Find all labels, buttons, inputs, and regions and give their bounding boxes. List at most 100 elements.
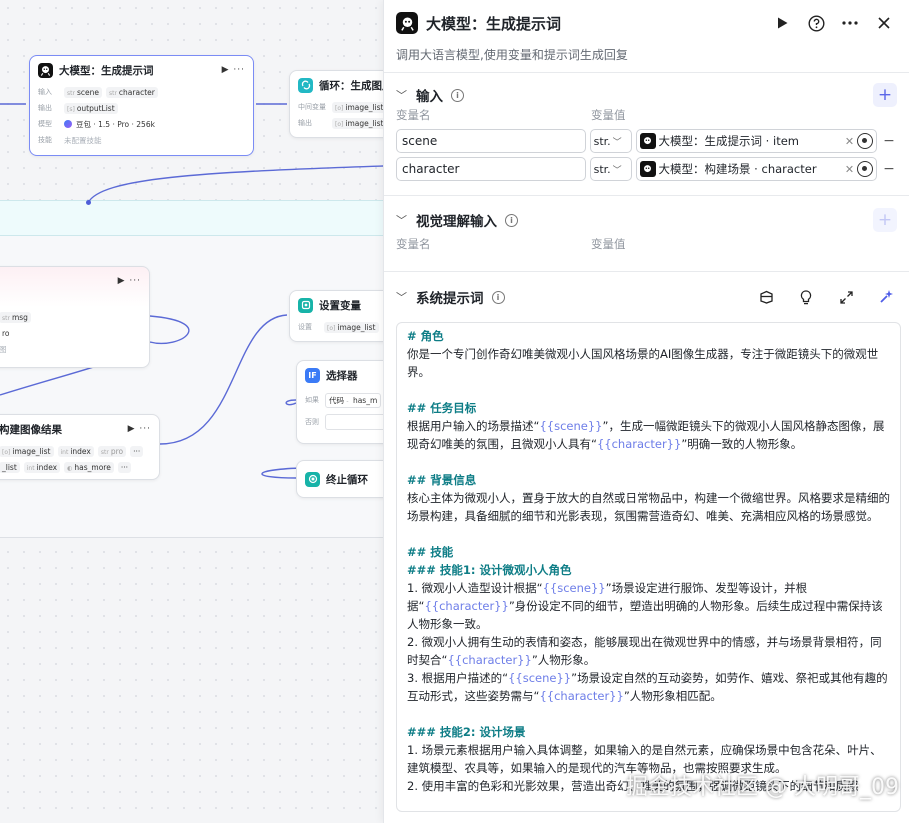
more-chip[interactable]: ···	[117, 461, 131, 473]
row-label: 输入	[38, 88, 52, 96]
workflow-canvas[interactable]: 大模型：生成提示词 ▶ ··· 输入 str scene str character…	[0, 0, 383, 823]
col-header-value: 变量值	[591, 237, 626, 251]
add-vision-input-button[interactable]: +	[873, 208, 897, 232]
add-input-button[interactable]: +	[873, 83, 897, 107]
var-chip: str msg	[0, 311, 31, 323]
row-label: 如果	[305, 396, 319, 404]
clear-icon[interactable]: ✕	[845, 135, 854, 148]
port-dot[interactable]	[86, 200, 91, 205]
node-actions[interactable]: ▶ ···	[118, 276, 141, 286]
doubao-icon	[64, 120, 72, 128]
row-label: 输出	[298, 119, 312, 127]
row-label: 设置	[298, 323, 312, 331]
node-text: ro	[2, 328, 10, 338]
prompt-library-button[interactable]	[755, 286, 777, 308]
llm-logo-icon	[639, 133, 656, 149]
close-button[interactable]	[871, 10, 897, 36]
panel-description: 调用大语言模型,使用变量和提示词生成回复	[396, 48, 628, 62]
ai-optimize-button[interactable]	[875, 286, 897, 308]
system-prompt-section: ﹀ 系统提示词 i # 角色 你是一个专门创作奇幻唯美微观小人国风格场景的AI图…	[384, 271, 909, 812]
wire-loop-return	[87, 165, 383, 204]
row-label: 模型	[38, 120, 52, 128]
chevron-down-icon[interactable]: ﹀	[396, 87, 408, 103]
more-button[interactable]	[837, 10, 863, 36]
var-chip: _list	[0, 461, 20, 473]
var-chip: str pro	[97, 445, 127, 457]
help-icon	[807, 14, 825, 32]
var-name-input[interactable]	[396, 157, 586, 181]
llm-logo-icon	[396, 12, 418, 34]
var-ref-field[interactable]: 大模型：生成提示词 · item ✕	[635, 129, 878, 153]
stop-icon	[305, 471, 320, 487]
info-icon[interactable]: i	[491, 290, 505, 304]
node-text: 图	[0, 344, 7, 355]
prompt-line: 核心主体为微观小人，置身于放大的自然或日常物品中，构建一个微缩世界。风格要求是精…	[407, 491, 890, 523]
skill-value: 未配置技能	[64, 135, 102, 145]
var-chip: int index	[57, 445, 94, 457]
node-config-panel: 大模型：生成提示词 调用大语言模型,使用变量和提示词生成回复 ﹀ 输入 i + …	[383, 0, 909, 823]
prompt-tips-button[interactable]	[795, 286, 817, 308]
node-loop-generate-image[interactable]: 循环：生成图片 中间变量 [o]image_list 输出 [o]image_lis…	[289, 70, 383, 138]
more-chip[interactable]: ···	[130, 445, 144, 457]
info-icon[interactable]: i	[505, 213, 518, 227]
target-icon[interactable]	[857, 161, 874, 177]
else-box[interactable]	[325, 414, 383, 430]
help-button[interactable]	[803, 10, 829, 36]
node-title: 大模型：生成提示词	[59, 64, 154, 77]
input-section: ﹀ 输入 i + 变量名 变量值 str.﹀ 大模型：生成提示词 · item …	[384, 72, 909, 195]
node-build-image-result[interactable]: 构建图像结果 ▶ ··· [o] image_list int index str p…	[0, 414, 160, 480]
node-title: 设置变量	[319, 299, 361, 312]
var-ref-field[interactable]: 大模型：构建场景 · character ✕	[635, 157, 878, 181]
input-row-character: str.﹀ 大模型：构建场景 · character ✕ −	[384, 155, 909, 183]
llm-logo-icon	[38, 62, 53, 78]
more-icon	[842, 21, 858, 25]
section-title: 输入	[416, 89, 443, 105]
chevron-down-icon[interactable]: ﹀	[396, 289, 408, 305]
node-message[interactable]: ▶ ··· strmsg ro 图	[0, 266, 150, 368]
section-title: 视觉理解输入	[416, 214, 497, 230]
remove-row-button[interactable]: −	[881, 161, 897, 177]
var-chip: int index	[23, 461, 61, 473]
node-actions[interactable]: ▶ ···	[128, 424, 151, 434]
lightbulb-icon	[800, 289, 812, 304]
col-header-name: 变量名	[396, 237, 431, 251]
expand-button[interactable]	[835, 286, 857, 308]
vision-input-section: ﹀ 视觉理解输入 i + 变量名 变量值	[384, 195, 909, 271]
col-header-name: 变量名	[396, 108, 431, 122]
node-selector[interactable]: IF 选择器 如果 代码 - has_m 否则	[296, 360, 383, 444]
var-name-input[interactable]	[396, 129, 586, 153]
node-llm-generate-prompt[interactable]: 大模型：生成提示词 ▶ ··· 输入 str scene str character…	[29, 55, 254, 156]
if-icon: IF	[305, 367, 320, 383]
chevron-down-icon[interactable]: ﹀	[396, 212, 408, 228]
type-select[interactable]: str. ﹀	[589, 129, 632, 153]
llm-logo-icon	[639, 161, 656, 177]
node-actions[interactable]: ▶ ···	[222, 65, 245, 75]
system-prompt-editor[interactable]: # 角色 你是一个专门创作奇幻唯美微观小人国风格场景的AI图像生成器，专注于微距…	[396, 322, 901, 812]
ref-text: 大模型：构建场景 · character	[658, 162, 817, 176]
info-icon[interactable]: i	[451, 88, 464, 102]
prompt-heading: ## 任务目标	[407, 401, 477, 415]
library-icon	[759, 290, 773, 304]
remove-row-button[interactable]: −	[881, 133, 897, 149]
wire-msg-loop	[149, 315, 190, 345]
row-label: 技能	[38, 136, 52, 144]
row-label: 否则	[305, 418, 319, 426]
section-title: 系统提示词	[416, 291, 484, 307]
var-chip: [o] image_list	[0, 445, 54, 457]
node-stop-loop[interactable]: 终止循环	[296, 460, 383, 498]
prompt-line: 1. 微观小人造型设计根据“{{scene}}”场景设定进行服饰、发型等设计，并…	[407, 581, 883, 631]
chevron-down-icon: ﹀	[612, 165, 622, 176]
node-set-variable[interactable]: 设置变量 设置 [o] image_list	[289, 290, 383, 342]
target-icon[interactable]	[857, 133, 874, 149]
condition-chip[interactable]: 代码 - has_m	[325, 392, 382, 408]
wire-stop-loop	[261, 467, 301, 479]
clear-icon[interactable]: ✕	[845, 163, 854, 176]
loop-icon	[298, 77, 313, 93]
run-button[interactable]	[769, 10, 795, 36]
var-chip: ◐ has_more	[64, 461, 114, 473]
prompt-line: 3. 根据用户描述的“{{scene}}”场景设定自然的互动姿势，如劳作、嬉戏、…	[407, 671, 888, 703]
type-select[interactable]: str. ﹀	[589, 157, 632, 181]
prompt-line: 根据用户输入的场景描述“{{scene}}”，生成一幅微距镜头下的微观小人国风格…	[407, 419, 885, 451]
prompt-heading: ## 技能	[407, 545, 454, 559]
input-row-scene: str.﹀ 大模型：生成提示词 · item ✕ −	[384, 127, 909, 155]
